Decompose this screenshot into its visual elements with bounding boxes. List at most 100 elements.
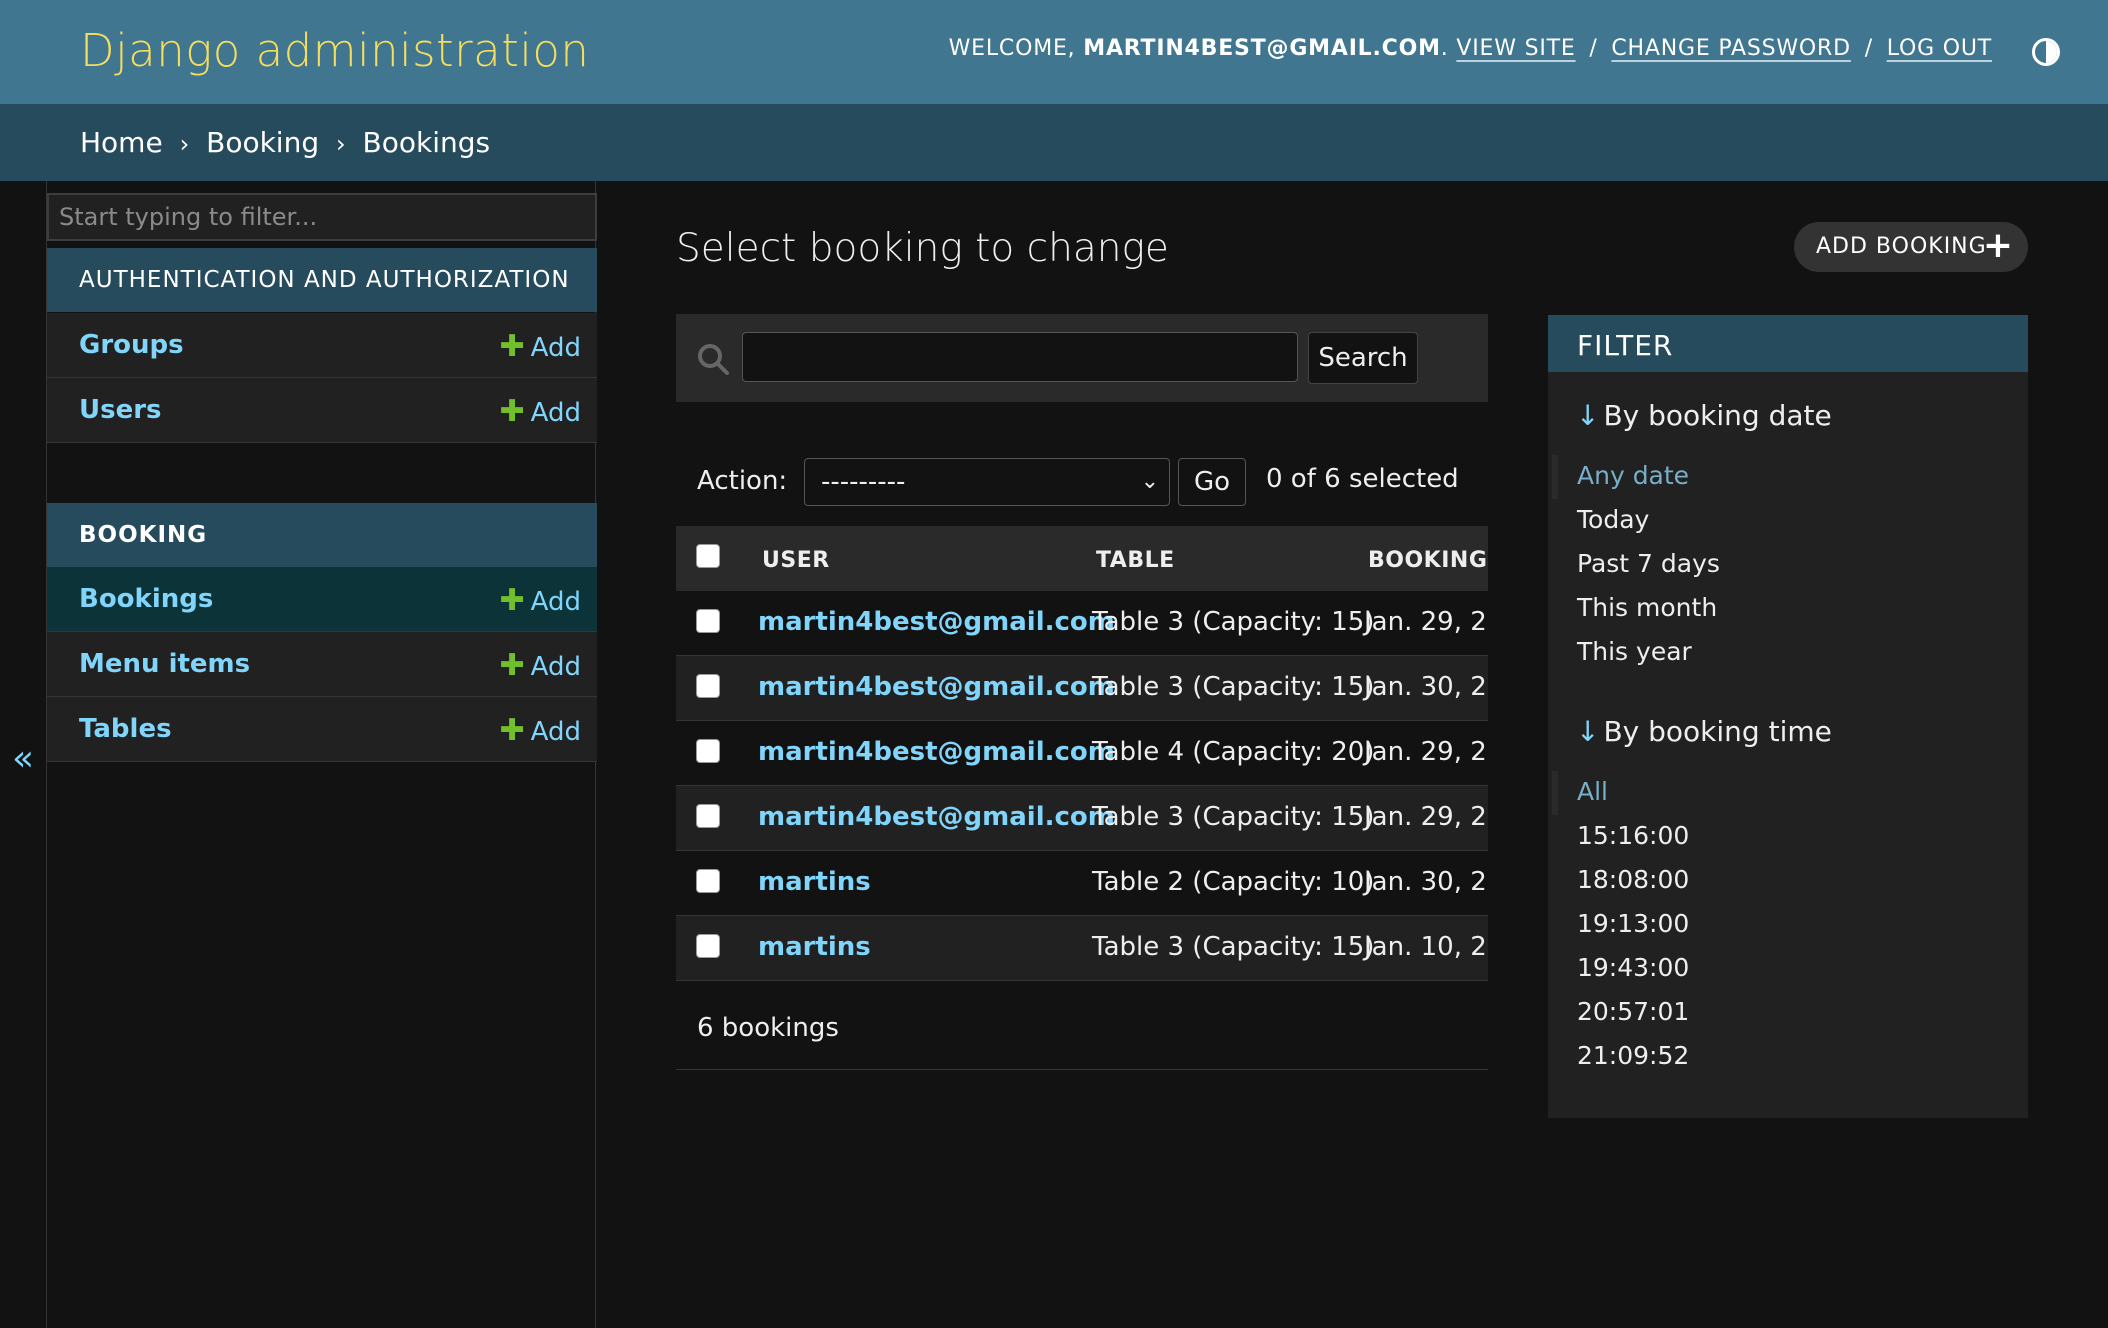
filter-title-booking-date[interactable]: ↓ By booking date [1576, 399, 1832, 432]
column-header-table[interactable]: Table [1096, 548, 1175, 573]
module-caption-auth[interactable]: Authentication and Authorization [47, 248, 597, 312]
search-button[interactable]: Search [1308, 332, 1418, 384]
row-user-link[interactable]: martin4best@gmail.com [758, 737, 1115, 767]
table-row: martins Table 2 (Capacity: 10) Jan. 30, … [676, 851, 1488, 916]
module-caption-booking[interactable]: Booking [47, 503, 597, 567]
breadcrumb: Home › Booking › Bookings [0, 104, 2108, 181]
column-header-user[interactable]: User [762, 548, 830, 573]
toggle-nav-sidebar-icon[interactable]: « [12, 738, 34, 779]
breadcrumb-separator: › [179, 130, 190, 158]
selected-indicator [1552, 455, 1558, 499]
nav-filter-input[interactable] [47, 193, 597, 241]
row-user-link[interactable]: martins [758, 932, 871, 962]
add-label: Add [530, 333, 581, 363]
add-users-link[interactable]: ✚ Add [500, 394, 581, 429]
row-user-link[interactable]: martin4best@gmail.com [758, 802, 1115, 832]
add-tables-link[interactable]: ✚ Add [500, 713, 581, 748]
row-date: Jan. 30, 202 [1364, 672, 1488, 702]
filter-option-time[interactable]: 20:57:01 [1577, 997, 1689, 1026]
row-user-link[interactable]: martins [758, 867, 871, 897]
table-header: User Table Booking d [676, 526, 1488, 591]
filter-option-time[interactable]: 21:09:52 [1577, 1041, 1689, 1070]
header: Django administration Welcome, martin4be… [0, 0, 2108, 104]
page-title: Select booking to change [676, 226, 1169, 271]
add-label: Add [530, 652, 581, 682]
add-booking-label: Add booking [1816, 234, 1987, 259]
period: . [1440, 36, 1449, 61]
table-row: martin4best@gmail.com Table 4 (Capacity:… [676, 721, 1488, 786]
plus-icon: + [1982, 225, 2014, 266]
sidebar-item-users: Users ✚ Add [47, 378, 597, 443]
sidebar-item-label[interactable]: Users [79, 395, 162, 425]
row-date: Jan. 29, 202 [1364, 607, 1488, 637]
site-branding[interactable]: Django administration [80, 24, 589, 77]
add-groups-link[interactable]: ✚ Add [500, 329, 581, 364]
separator: / [1589, 36, 1598, 61]
row-user-link[interactable]: martin4best@gmail.com [758, 672, 1115, 702]
sidebar-item-label[interactable]: Bookings [79, 584, 213, 614]
plus-icon: ✚ [499, 713, 525, 748]
sidebar-item-label[interactable]: Tables [79, 714, 172, 744]
plus-icon: ✚ [499, 648, 525, 683]
breadcrumb-app[interactable]: Booking [206, 126, 319, 159]
search-icon [698, 344, 729, 375]
add-booking-button[interactable]: Add booking + [1794, 222, 2028, 272]
filter-option-time[interactable]: 18:08:00 [1577, 865, 1689, 894]
add-label: Add [530, 398, 581, 428]
action-select[interactable]: --------- ⌄ [804, 458, 1170, 506]
row-checkbox[interactable] [696, 739, 720, 763]
sidebar-item-label[interactable]: Menu items [79, 649, 250, 679]
welcome-text: Welcome, [948, 36, 1076, 61]
select-all-checkbox[interactable] [696, 544, 720, 568]
table-row: martins Table 3 (Capacity: 15) Jan. 10, … [676, 916, 1488, 981]
row-checkbox[interactable] [696, 869, 720, 893]
row-date: Jan. 29, 202 [1364, 802, 1488, 832]
breadcrumb-separator: › [336, 130, 346, 158]
view-site-link[interactable]: View site [1456, 36, 1575, 61]
filter-option-time[interactable]: 19:13:00 [1577, 909, 1689, 938]
row-date: Jan. 30, 202 [1364, 867, 1488, 897]
filter-option-time[interactable]: 19:43:00 [1577, 953, 1689, 982]
action-label: Action: [697, 466, 788, 496]
change-password-link[interactable]: Change password [1611, 36, 1851, 61]
add-menu-items-link[interactable]: ✚ Add [500, 648, 581, 683]
search-input[interactable] [742, 332, 1298, 382]
row-table: Table 4 (Capacity: 20) [1092, 737, 1375, 767]
filter-option-time[interactable]: 15:16:00 [1577, 821, 1689, 850]
row-user-link[interactable]: martin4best@gmail.com [758, 607, 1115, 637]
row-checkbox[interactable] [696, 804, 720, 828]
filter-option-today[interactable]: Today [1577, 505, 1649, 534]
plus-icon: ✚ [499, 329, 525, 364]
row-table: Table 3 (Capacity: 15) [1092, 932, 1375, 962]
filter-option-past-7-days[interactable]: Past 7 days [1577, 549, 1720, 578]
action-selected-value: --------- [821, 467, 906, 497]
module-caption-label: Authentication and Authorization [79, 267, 570, 293]
table-row: martin4best@gmail.com Table 3 (Capacity:… [676, 656, 1488, 721]
sidebar-item-groups: Groups ✚ Add [47, 313, 597, 378]
row-checkbox[interactable] [696, 934, 720, 958]
filter-option-any-date[interactable]: Any date [1577, 461, 1689, 490]
filter-panel: Filter ↓ By booking date Any date Today P… [1548, 315, 2028, 1118]
result-list: User Table Booking d martin4best@gmail.c… [676, 526, 1488, 985]
theme-toggle-icon[interactable] [2032, 38, 2060, 66]
arrow-down-icon: ↓ [1576, 715, 1600, 748]
user-tools: Welcome, martin4best@gmail.com. View sit… [949, 36, 1992, 61]
log-out-link[interactable]: Log out [1887, 36, 1992, 61]
row-checkbox[interactable] [696, 674, 720, 698]
row-checkbox[interactable] [696, 609, 720, 633]
add-bookings-link[interactable]: ✚ Add [500, 583, 581, 618]
paginator: 6 bookings [676, 990, 1488, 1070]
breadcrumb-home[interactable]: Home [80, 126, 163, 159]
filter-option-this-year[interactable]: This year [1577, 637, 1692, 666]
filter-option-this-month[interactable]: This month [1577, 593, 1717, 622]
arrow-down-icon: ↓ [1576, 399, 1600, 432]
row-table: Table 2 (Capacity: 10) [1092, 867, 1375, 897]
filter-title-booking-time[interactable]: ↓ By booking time [1576, 715, 1832, 748]
column-header-booking-date[interactable]: Booking d [1368, 548, 1488, 573]
go-button[interactable]: Go [1178, 458, 1246, 506]
chevron-down-icon: ⌄ [1140, 469, 1159, 494]
sidebar-item-label[interactable]: Groups [79, 330, 184, 360]
sidebar-item-bookings: Bookings ✚ Add [47, 567, 597, 632]
row-table: Table 3 (Capacity: 15) [1092, 672, 1375, 702]
filter-option-all[interactable]: All [1577, 777, 1608, 806]
